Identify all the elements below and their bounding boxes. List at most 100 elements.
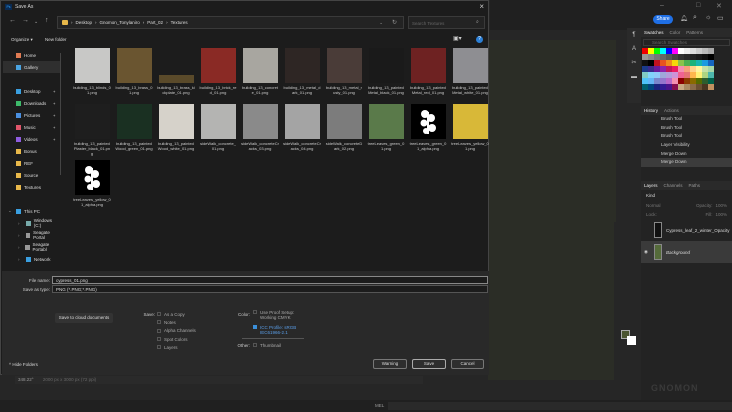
window-close-icon[interactable]: ✕ [716,2,722,10]
thumbnail-option[interactable]: Thumbnail [253,341,281,349]
search-icon[interactable]: ⌕ [693,14,697,22]
history-state[interactable]: Brush Tool [641,124,732,133]
pin-icon[interactable]: ✦ [53,113,56,118]
tab-channels[interactable]: Channels [664,183,683,188]
sidebar-item[interactable]: › Network [3,253,60,265]
pin-icon[interactable]: ✦ [53,125,56,130]
save-option[interactable]: Alpha Channels [157,327,196,335]
expand-icon[interactable]: › [18,233,23,238]
sidebar-item[interactable]: › Seagate Portabl [3,241,60,253]
hide-folders-button[interactable]: ^ Hide Folders [9,362,38,367]
file-item[interactable]: building_13_paintedMetal_white_01.png [449,48,491,95]
breadcrumb-item[interactable]: Textures [171,20,188,25]
expand-icon[interactable]: › [18,257,23,262]
file-item[interactable]: building_13_paintedWood_green_01.png [113,104,155,151]
file-item[interactable]: sideWalk_concreteCracks_04.png [281,104,323,151]
forward-icon[interactable]: → [22,17,29,24]
minimize-icon[interactable]: – [660,2,664,9]
file-name-input[interactable]: cypress_01.png [52,276,488,284]
view-icon[interactable]: ▣▾ [453,35,462,42]
file-item[interactable]: treeLeaves_green_01.png [365,104,407,151]
sidebar-item[interactable]: Bonus [3,145,60,157]
file-item[interactable]: building_13_concrete_01.png [239,48,281,95]
layer-item-selected[interactable]: ◉ Background [641,241,732,264]
file-item[interactable]: sideWalk_concrete_01.png [197,104,239,151]
proof-checkbox[interactable] [253,310,257,314]
file-item[interactable]: treeLeaves_yellow_01_alpha.png [71,160,113,207]
sidebar-item[interactable]: Gallery [3,61,60,73]
address-dropdown-icon[interactable]: ⌄ [379,20,383,26]
swatch-search-input[interactable]: Search Swatches [643,39,730,46]
sidebar-item[interactable]: Downloads ✦ [3,97,60,109]
sidebar-item[interactable]: Videos ✦ [3,133,60,145]
sidebar-item[interactable]: › Seagate Portal [3,229,60,241]
save-to-cloud-button[interactable]: Save to cloud documents [55,313,113,323]
expand-icon[interactable]: › [18,245,22,250]
tools-icon[interactable]: ✂ [627,56,641,70]
file-item[interactable]: building_13_blinds_01.png [71,48,113,95]
sidebar-item[interactable]: ⌄ This PC [0,205,60,217]
pin-icon[interactable]: ✦ [53,101,56,106]
maximize-icon[interactable]: □ [696,2,700,9]
save-option[interactable]: Spot Colors [157,335,196,343]
tab-layers[interactable]: Layers [644,183,658,188]
pin-icon[interactable]: ✦ [53,89,56,94]
command-field[interactable] [388,402,732,410]
save-option[interactable]: As a Copy [157,310,196,318]
character-icon[interactable]: A [627,42,641,56]
option-checkbox[interactable] [157,312,161,317]
sidebar-item[interactable]: REF [3,157,60,169]
pane-scrollbar[interactable] [60,53,61,175]
file-item[interactable]: building_13_metal_rusty_01.png [323,48,365,95]
history-state[interactable]: Merge Down [641,150,732,159]
sidebar-item[interactable]: Textures [3,181,60,193]
breadcrumb-item[interactable]: Part_02 [147,20,163,25]
warning-button[interactable]: Warning [373,359,407,369]
pin-icon[interactable]: ✦ [53,137,56,142]
file-item[interactable]: building_13_paintedWood_white_01.png [155,104,197,151]
history-state[interactable]: Layer Visibility [641,141,732,150]
lightbulb-icon[interactable]: ☼ [705,14,711,21]
tab-history[interactable]: History [644,108,658,113]
eye-icon[interactable]: ◉ [644,249,650,255]
proof-setup-option[interactable]: Use Proof Setup: Working CMYK [253,310,294,324]
option-checkbox[interactable] [157,328,161,333]
share-button[interactable]: Share [653,15,673,24]
breadcrumb-item[interactable]: Gnomon_Tonylaniro [100,20,140,25]
recent-chevron-icon[interactable]: ⌄ [34,19,38,25]
file-item[interactable]: building_13_brick_red_01.png [197,48,239,95]
background-color[interactable] [627,336,636,345]
panel-icon[interactable]: ▬ [627,70,641,84]
file-item[interactable]: building_13_paintedPlaster_black_01.png [71,104,113,156]
bell-icon[interactable]: 🔔︎ [680,15,688,22]
save-type-select[interactable]: PNG (*.PNG;*.PNG) [52,285,488,293]
paragraph-icon[interactable]: ¶ [627,28,641,42]
opacity-value[interactable]: 100% [715,203,727,208]
icc-checkbox[interactable] [253,325,257,329]
blend-mode-select[interactable]: Normal [646,203,661,208]
sidebar-item[interactable]: Pictures ✦ [3,109,60,121]
file-item[interactable]: building_13_metal_dark_01.png [281,48,323,95]
option-checkbox[interactable] [157,337,161,342]
breadcrumb-item[interactable]: Desktop [76,20,93,25]
new-folder-button[interactable]: New folder [45,37,67,42]
sidebar-item[interactable]: Music ✦ [3,121,60,133]
swatch[interactable] [708,84,714,90]
file-item[interactable]: treeLeaves_green_01_alpha.png [407,104,449,151]
organize-button[interactable]: Organize ▾ [11,37,33,43]
back-icon[interactable]: ← [9,17,16,24]
option-checkbox[interactable] [157,345,161,350]
help-icon[interactable]: ? [476,36,483,43]
sidebar-item[interactable]: Desktop ✦ [3,85,60,97]
zoom-level[interactable]: 348.22° [18,377,34,382]
fill-value[interactable]: 100% [715,212,727,217]
history-state[interactable]: Merge Down [641,158,732,168]
tab-color[interactable]: Color [670,30,681,35]
file-item[interactable]: building_13_paintedMetal_black_01.png [365,48,407,95]
layer-item[interactable]: Cypress_leaf_2_winter_Opacity [641,219,732,241]
file-item[interactable]: building_13_brass_01.png [113,48,155,95]
icc-profile-option[interactable]: ICC Profile: sRGB IEC61966-2.1 [253,325,296,339]
sidebar-item[interactable]: Home [3,49,60,61]
address-bar[interactable]: › Desktop › Gnomon_Tonylaniro › Part_02 › Te… [57,16,404,29]
document-canvas[interactable] [488,40,616,380]
